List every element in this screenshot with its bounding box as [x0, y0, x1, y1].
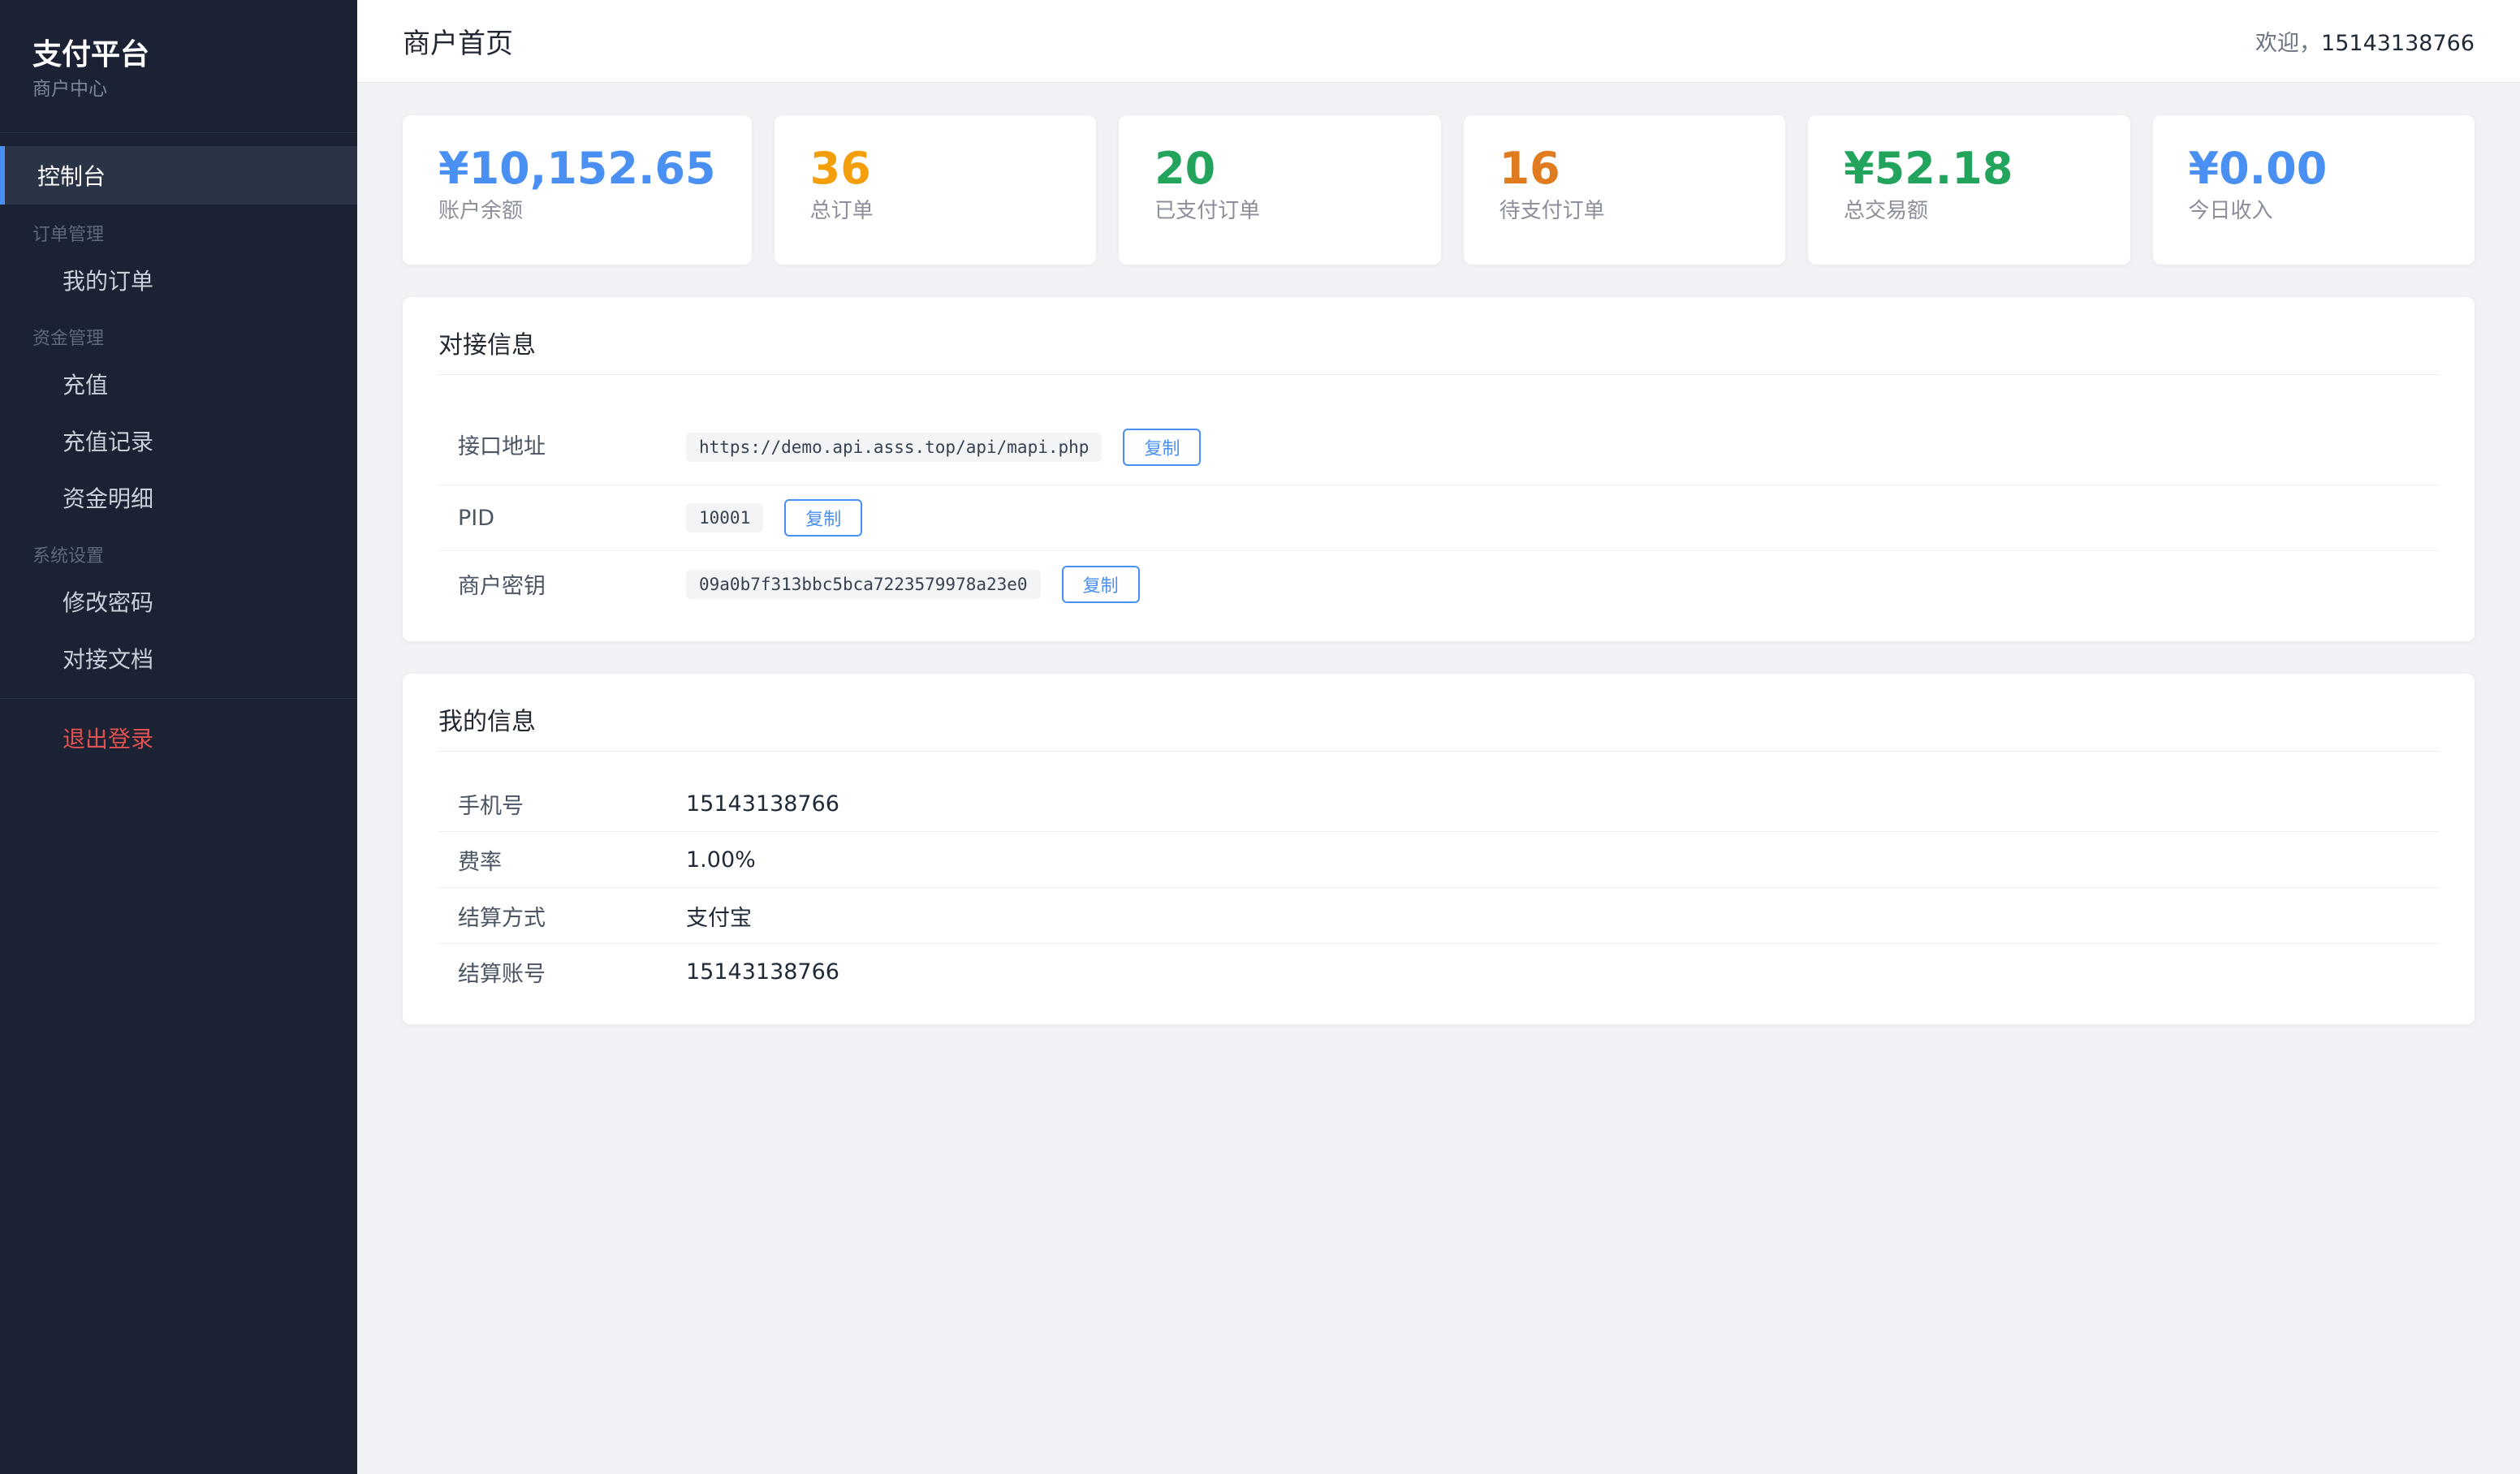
secret-value: 09a0b7f313bbc5bca7223579978a23e0 — [686, 569, 1041, 599]
sidebar-item-recharge[interactable]: 充值 — [0, 356, 357, 412]
stats-row: ¥10,152.65 账户余额 36 总订单 20 已支付订单 16 待支付订单… — [403, 115, 2475, 265]
stat-card-pending-orders: 16 待支付订单 — [1463, 115, 1786, 265]
panel-title: 对接信息 — [438, 317, 2439, 375]
stat-card-paid-orders: 20 已支付订单 — [1119, 115, 1441, 265]
copy-pid-button[interactable]: 复制 — [784, 499, 863, 537]
sidebar-item-change-password[interactable]: 修改密码 — [0, 573, 357, 630]
api-row-secret: 商户密钥 09a0b7f313bbc5bca7223579978a23e0 复制 — [438, 551, 2439, 617]
welcome-prefix: 欢迎， — [2255, 31, 2322, 56]
stat-card-total-orders: 36 总订单 — [774, 115, 1097, 265]
row-value: 15143138766 — [686, 791, 839, 817]
row-label: 手机号 — [458, 793, 524, 819]
row-label: 结算方式 — [458, 905, 546, 931]
nav-group-settings: 系统设置 — [32, 546, 105, 567]
api-rows: 接口地址 https://demo.api.asss.top/api/mapi.… — [438, 398, 2439, 617]
row-value-wrap: 09a0b7f313bbc5bca7223579978a23e0 复制 — [686, 565, 1140, 603]
my-info-panel: 我的信息 手机号 15143138766 费率 1.00% 结算方式 支付宝 结… — [403, 674, 2475, 1024]
row-label: 费率 — [458, 849, 502, 875]
endpoint-value: https://demo.api.asss.top/api/mapi.php — [686, 433, 1102, 462]
pid-value: 10001 — [686, 503, 764, 532]
row-value-wrap: https://demo.api.asss.top/api/mapi.php 复… — [686, 429, 1202, 466]
stat-label: 账户余额 — [438, 199, 524, 223]
stat-label: 待支付订单 — [1499, 199, 1605, 223]
logout-link[interactable]: 退出登录 — [0, 699, 357, 777]
info-row-rate: 费率 1.00% — [438, 832, 2439, 888]
sidebar-item-api-docs[interactable]: 对接文档 — [0, 630, 357, 687]
stat-card-balance: ¥10,152.65 账户余额 — [403, 115, 752, 265]
row-label: 商户密钥 — [458, 574, 546, 599]
row-label: 接口地址 — [458, 434, 546, 459]
nav-group-orders: 订单管理 — [32, 225, 105, 245]
info-row-phone: 手机号 15143138766 — [438, 776, 2439, 832]
api-info-panel: 对接信息 接口地址 https://demo.api.asss.top/api/… — [403, 297, 2475, 641]
brand: 支付平台 商户中心 — [0, 0, 357, 133]
api-row-endpoint: 接口地址 https://demo.api.asss.top/api/mapi.… — [438, 398, 2439, 485]
stat-value: 16 — [1499, 143, 1560, 194]
topbar: 商户首页 欢迎，15143138766 — [357, 0, 2520, 83]
row-value: 1.00% — [686, 847, 756, 873]
page-title: 商户首页 — [403, 28, 513, 60]
row-value: 支付宝 — [686, 905, 752, 931]
info-row-settlement-method: 结算方式 支付宝 — [438, 888, 2439, 944]
api-row-pid: PID 10001 复制 — [438, 485, 2439, 551]
welcome-user: 15143138766 — [2321, 31, 2475, 56]
stat-value: ¥0.00 — [2188, 143, 2328, 194]
sidebar: 支付平台 商户中心 控制台 订单管理 我的订单 资金管理 充值 充值记录 资金明… — [0, 0, 357, 1474]
sidebar-nav: 控制台 订单管理 我的订单 资金管理 充值 充值记录 资金明细 系统设置 修改密… — [0, 133, 357, 777]
stat-value: 36 — [809, 143, 871, 194]
stat-label: 总交易额 — [1844, 199, 1929, 223]
row-value-wrap: 10001 复制 — [686, 499, 863, 537]
row-value: 15143138766 — [686, 959, 839, 985]
welcome-text: 欢迎，15143138766 — [2255, 25, 2475, 57]
copy-endpoint-button[interactable]: 复制 — [1123, 429, 1202, 466]
sidebar-item-fund-details[interactable]: 资金明细 — [0, 469, 357, 526]
copy-secret-button[interactable]: 复制 — [1061, 565, 1140, 603]
row-label: PID — [458, 505, 495, 531]
info-row-settlement-account: 结算账号 15143138766 — [438, 944, 2439, 1000]
stat-value: ¥52.18 — [1844, 143, 2013, 194]
sidebar-item-recharge-records[interactable]: 充值记录 — [0, 412, 357, 469]
stat-value: 20 — [1154, 143, 1216, 194]
stat-card-total-volume: ¥52.18 总交易额 — [1808, 115, 2130, 265]
panel-title: 我的信息 — [438, 693, 2439, 752]
sidebar-item-dashboard[interactable]: 控制台 — [0, 146, 357, 205]
info-rows: 手机号 15143138766 费率 1.00% 结算方式 支付宝 结算账号 1… — [438, 776, 2439, 1000]
stat-label: 总订单 — [809, 199, 874, 223]
stat-label: 已支付订单 — [1154, 199, 1261, 223]
sidebar-item-my-orders[interactable]: 我的订单 — [0, 252, 357, 308]
app-root: 支付平台 商户中心 控制台 订单管理 我的订单 资金管理 充值 充值记录 资金明… — [0, 0, 2520, 1474]
brand-title: 支付平台 — [32, 38, 150, 71]
brand-subtitle: 商户中心 — [32, 79, 107, 100]
content: ¥10,152.65 账户余额 36 总订单 20 已支付订单 16 待支付订单… — [357, 83, 2520, 1024]
row-label: 结算账号 — [458, 962, 546, 987]
stat-card-today-income: ¥0.00 今日收入 — [2152, 115, 2475, 265]
stat-label: 今日收入 — [2188, 199, 2273, 223]
main-area: 商户首页 欢迎，15143138766 ¥10,152.65 账户余额 36 总… — [357, 0, 2520, 1474]
stat-value: ¥10,152.65 — [438, 143, 716, 194]
nav-group-funds: 资金管理 — [32, 329, 105, 349]
